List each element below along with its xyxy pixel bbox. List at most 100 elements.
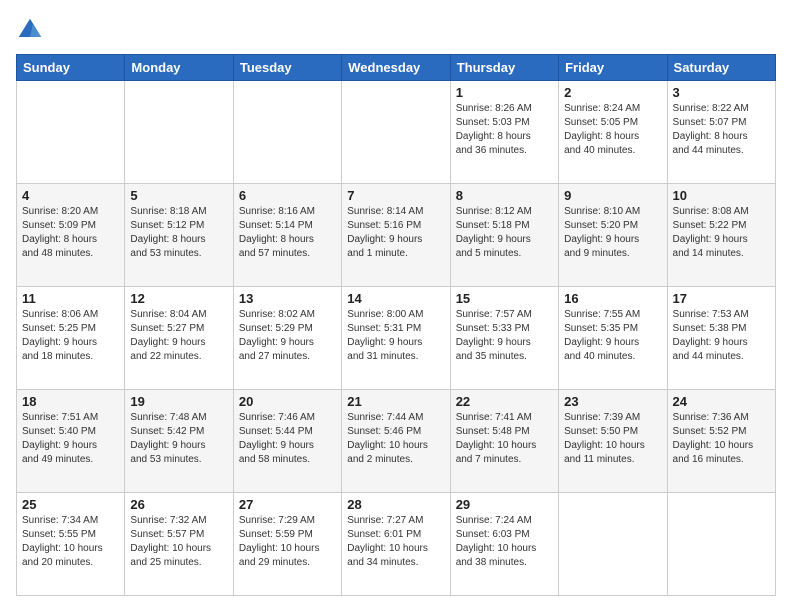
day-number: 4 [22, 188, 119, 203]
day-info: Sunrise: 7:29 AM Sunset: 5:59 PM Dayligh… [239, 514, 336, 570]
day-info: Sunrise: 7:34 AM Sunset: 5:55 PM Dayligh… [22, 514, 119, 570]
calendar-week-row: 4 Sunrise: 8:20 AM Sunset: 5:09 PM Daylig… [17, 184, 776, 287]
day-info: Sunrise: 7:32 AM Sunset: 5:57 PM Dayligh… [130, 514, 227, 570]
day-info: Sunrise: 8:26 AM Sunset: 5:03 PM Dayligh… [456, 102, 553, 158]
day-info: Sunrise: 8:10 AM Sunset: 5:20 PM Dayligh… [564, 205, 661, 261]
day-number: 7 [347, 188, 444, 203]
dow-header: Friday [559, 55, 667, 81]
calendar-cell: 27 Sunrise: 7:29 AM Sunset: 5:59 PM Dayli… [233, 493, 341, 596]
day-info: Sunrise: 8:22 AM Sunset: 5:07 PM Dayligh… [673, 102, 770, 158]
calendar-cell: 22 Sunrise: 7:41 AM Sunset: 5:48 PM Dayli… [450, 390, 558, 493]
calendar-cell: 13 Sunrise: 8:02 AM Sunset: 5:29 PM Dayli… [233, 287, 341, 390]
dow-header: Thursday [450, 55, 558, 81]
calendar-cell: 19 Sunrise: 7:48 AM Sunset: 5:42 PM Dayli… [125, 390, 233, 493]
day-number: 9 [564, 188, 661, 203]
calendar-cell [342, 81, 450, 184]
day-info: Sunrise: 8:02 AM Sunset: 5:29 PM Dayligh… [239, 308, 336, 364]
day-number: 2 [564, 85, 661, 100]
day-info: Sunrise: 7:53 AM Sunset: 5:38 PM Dayligh… [673, 308, 770, 364]
day-number: 10 [673, 188, 770, 203]
day-info: Sunrise: 8:24 AM Sunset: 5:05 PM Dayligh… [564, 102, 661, 158]
day-info: Sunrise: 8:06 AM Sunset: 5:25 PM Dayligh… [22, 308, 119, 364]
day-info: Sunrise: 8:08 AM Sunset: 5:22 PM Dayligh… [673, 205, 770, 261]
day-number: 13 [239, 291, 336, 306]
dow-header: Tuesday [233, 55, 341, 81]
dow-header: Saturday [667, 55, 775, 81]
day-info: Sunrise: 7:55 AM Sunset: 5:35 PM Dayligh… [564, 308, 661, 364]
day-number: 24 [673, 394, 770, 409]
calendar-cell: 15 Sunrise: 7:57 AM Sunset: 5:33 PM Dayli… [450, 287, 558, 390]
calendar-cell: 26 Sunrise: 7:32 AM Sunset: 5:57 PM Dayli… [125, 493, 233, 596]
day-number: 8 [456, 188, 553, 203]
day-info: Sunrise: 7:27 AM Sunset: 6:01 PM Dayligh… [347, 514, 444, 570]
calendar-week-row: 25 Sunrise: 7:34 AM Sunset: 5:55 PM Dayli… [17, 493, 776, 596]
day-info: Sunrise: 8:18 AM Sunset: 5:12 PM Dayligh… [130, 205, 227, 261]
day-number: 22 [456, 394, 553, 409]
page: SundayMondayTuesdayWednesdayThursdayFrid… [0, 0, 792, 612]
day-number: 12 [130, 291, 227, 306]
calendar-cell: 21Sunrise: 7:44 AM Sunset: 5:46 PM Dayli… [342, 390, 450, 493]
day-info: Sunrise: 8:20 AM Sunset: 5:09 PM Dayligh… [22, 205, 119, 261]
day-number: 23 [564, 394, 661, 409]
calendar-cell: 12 Sunrise: 8:04 AM Sunset: 5:27 PM Dayli… [125, 287, 233, 390]
day-info: Sunrise: 7:51 AM Sunset: 5:40 PM Dayligh… [22, 411, 119, 467]
day-info: Sunrise: 8:12 AM Sunset: 5:18 PM Dayligh… [456, 205, 553, 261]
dow-header: Monday [125, 55, 233, 81]
day-number: 17 [673, 291, 770, 306]
logo [16, 16, 48, 44]
calendar-week-row: 18 Sunrise: 7:51 AM Sunset: 5:40 PM Dayli… [17, 390, 776, 493]
day-number: 5 [130, 188, 227, 203]
day-info: Sunrise: 8:04 AM Sunset: 5:27 PM Dayligh… [130, 308, 227, 364]
day-info: Sunrise: 7:57 AM Sunset: 5:33 PM Dayligh… [456, 308, 553, 364]
header [16, 16, 776, 44]
calendar-cell: 6Sunrise: 8:16 AM Sunset: 5:14 PM Daylig… [233, 184, 341, 287]
day-info: Sunrise: 7:41 AM Sunset: 5:48 PM Dayligh… [456, 411, 553, 467]
calendar-cell: 4 Sunrise: 8:20 AM Sunset: 5:09 PM Daylig… [17, 184, 125, 287]
calendar-cell [125, 81, 233, 184]
dow-header: Sunday [17, 55, 125, 81]
calendar-cell: 9 Sunrise: 8:10 AM Sunset: 5:20 PM Daylig… [559, 184, 667, 287]
day-info: Sunrise: 7:24 AM Sunset: 6:03 PM Dayligh… [456, 514, 553, 570]
day-info: Sunrise: 8:00 AM Sunset: 5:31 PM Dayligh… [347, 308, 444, 364]
day-number: 14 [347, 291, 444, 306]
calendar-cell: 17 Sunrise: 7:53 AM Sunset: 5:38 PM Dayli… [667, 287, 775, 390]
calendar-cell [17, 81, 125, 184]
calendar-cell: 3 Sunrise: 8:22 AM Sunset: 5:07 PM Daylig… [667, 81, 775, 184]
day-info: Sunrise: 7:36 AM Sunset: 5:52 PM Dayligh… [673, 411, 770, 467]
day-number: 29 [456, 497, 553, 512]
calendar-cell [667, 493, 775, 596]
calendar-cell: 2 Sunrise: 8:24 AM Sunset: 5:05 PM Daylig… [559, 81, 667, 184]
day-number: 15 [456, 291, 553, 306]
calendar-cell: 14 Sunrise: 8:00 AM Sunset: 5:31 PM Dayli… [342, 287, 450, 390]
day-number: 27 [239, 497, 336, 512]
calendar-cell [559, 493, 667, 596]
day-info: Sunrise: 7:48 AM Sunset: 5:42 PM Dayligh… [130, 411, 227, 467]
day-number: 20 [239, 394, 336, 409]
calendar-cell [233, 81, 341, 184]
calendar-cell: 25 Sunrise: 7:34 AM Sunset: 5:55 PM Dayli… [17, 493, 125, 596]
day-number: 28 [347, 497, 444, 512]
day-number: 6 [239, 188, 336, 203]
dow-header: Wednesday [342, 55, 450, 81]
day-number: 3 [673, 85, 770, 100]
day-info: Sunrise: 8:14 AM Sunset: 5:16 PM Dayligh… [347, 205, 444, 261]
day-number: 26 [130, 497, 227, 512]
calendar-cell: 28 Sunrise: 7:27 AM Sunset: 6:01 PM Dayli… [342, 493, 450, 596]
calendar-cell: 5 Sunrise: 8:18 AM Sunset: 5:12 PM Daylig… [125, 184, 233, 287]
day-number: 11 [22, 291, 119, 306]
day-number: 21 [347, 394, 444, 409]
calendar-cell: 11 Sunrise: 8:06 AM Sunset: 5:25 PM Dayli… [17, 287, 125, 390]
logo-icon [16, 16, 44, 44]
day-number: 19 [130, 394, 227, 409]
day-number: 25 [22, 497, 119, 512]
calendar: SundayMondayTuesdayWednesdayThursdayFrid… [16, 54, 776, 596]
day-of-week-row: SundayMondayTuesdayWednesdayThursdayFrid… [17, 55, 776, 81]
calendar-week-row: 1 Sunrise: 8:26 AM Sunset: 5:03 PM Daylig… [17, 81, 776, 184]
calendar-cell: 20 Sunrise: 7:46 AM Sunset: 5:44 PM Dayli… [233, 390, 341, 493]
calendar-cell: 1 Sunrise: 8:26 AM Sunset: 5:03 PM Daylig… [450, 81, 558, 184]
day-info: Sunrise: 7:46 AM Sunset: 5:44 PM Dayligh… [239, 411, 336, 467]
day-number: 18 [22, 394, 119, 409]
day-number: 16 [564, 291, 661, 306]
day-number: 1 [456, 85, 553, 100]
calendar-cell: 16 Sunrise: 7:55 AM Sunset: 5:35 PM Dayli… [559, 287, 667, 390]
